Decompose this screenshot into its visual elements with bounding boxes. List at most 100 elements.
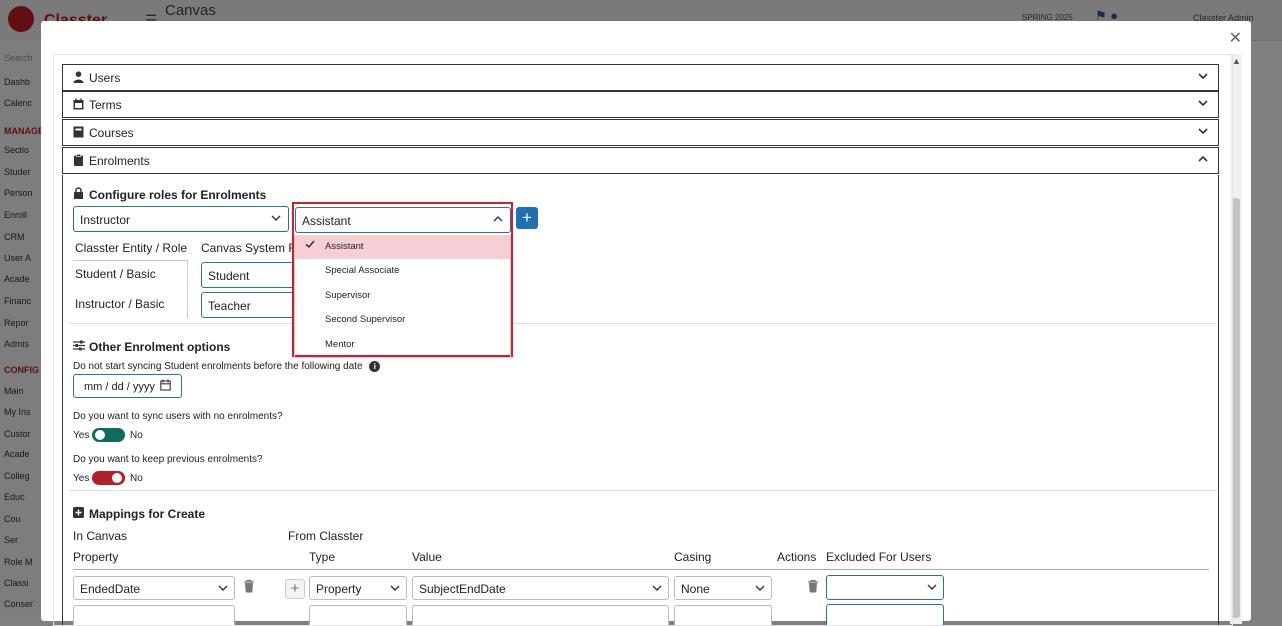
scroll-thumb[interactable] <box>1232 198 1240 618</box>
add-mapping-button[interactable]: + <box>285 579 305 599</box>
col-type: Type <box>309 550 336 564</box>
chevron-up-icon <box>1198 153 1208 165</box>
accordion-enrolments-label: Enrolments <box>89 154 150 168</box>
table-divider <box>187 260 188 318</box>
add-role-button[interactable]: + <box>516 207 538 229</box>
accordion-users-label: Users <box>89 71 121 85</box>
calendar-icon[interactable] <box>160 379 171 394</box>
role-option-label: Second Supervisor <box>325 314 406 326</box>
role-option-label: Assistant <box>325 241 364 252</box>
modal-body: Users Terms Courses Enrolments Configure… <box>53 54 1233 626</box>
mapping-casing-select[interactable]: None <box>674 576 772 600</box>
mapping-casing-select[interactable] <box>674 605 772 625</box>
trash-icon[interactable] <box>807 579 819 596</box>
role-right-select[interactable]: Assistant <box>295 207 511 233</box>
sliders-icon <box>73 340 85 354</box>
role-option-assistant[interactable]: Assistant <box>295 235 510 260</box>
excluded-users-select[interactable] <box>826 604 944 625</box>
canvas-role-select[interactable]: Teacher <box>201 292 301 318</box>
section-divider <box>69 490 1217 491</box>
scroll-up-icon[interactable]: ▲ <box>1232 56 1241 66</box>
mappings-label: Mappings for Create <box>89 507 206 521</box>
chevron-down-icon <box>271 212 281 227</box>
mapping-header-divider <box>73 569 1209 570</box>
check-icon <box>305 235 315 259</box>
col-excluded: Excluded For Users <box>826 550 932 564</box>
canvas-role-value: Teacher <box>208 299 251 313</box>
keep-yes-label: Yes <box>73 473 90 484</box>
chevron-down-icon <box>390 582 400 597</box>
accordion-terms[interactable]: Terms <box>62 91 1219 118</box>
mapping-property-select[interactable]: EndedDate <box>73 576 235 600</box>
accordion-enrolments[interactable]: Enrolments <box>62 147 1219 174</box>
plus-square-icon[interactable] <box>73 507 85 521</box>
role-options-list: Assistant Special Associate Supervisor S… <box>294 235 511 358</box>
mapping-type-value: Property <box>316 582 362 596</box>
configure-roles-title: Configure roles for Enrolments <box>73 187 266 202</box>
keep-toggle[interactable] <box>92 471 125 485</box>
role-right-value: Assistant <box>302 214 351 228</box>
role-row-entity: Student / Basic <box>75 267 156 281</box>
col-classter-entity: Classter Entity / Role <box>75 241 188 255</box>
col-actions: Actions <box>777 550 817 564</box>
clipboard-icon <box>73 154 84 167</box>
table-header-divider <box>73 260 188 261</box>
configure-roles-label: Configure roles for Enrolments <box>89 188 267 202</box>
sync-yes-label: Yes <box>73 430 90 441</box>
role-row-entity: Instructor / Basic <box>75 297 165 311</box>
chevron-down-icon <box>1198 70 1208 82</box>
date-question-label: Do not start syncing Student enrolments … <box>73 361 363 372</box>
role-left-select[interactable]: Instructor <box>73 206 289 232</box>
role-option-label: Special Associate <box>325 265 400 277</box>
role-dropdown-open[interactable]: Assistant Assistant Special Associate Su… <box>292 202 513 358</box>
accordion-courses[interactable]: Courses <box>62 119 1219 146</box>
role-option-label: Supervisor <box>325 289 371 301</box>
canvas-settings-modal: ✕ ▲ Users Terms Courses Enrolments Confi… <box>41 21 1251 626</box>
accordion-courses-label: Courses <box>89 126 134 140</box>
keep-no-label: No <box>130 473 143 484</box>
date-placeholder: mm / dd / yyyy <box>84 381 155 393</box>
role-option-mentor[interactable]: Mentor <box>295 333 510 357</box>
col-casing: Casing <box>674 550 712 564</box>
chevron-down-icon <box>755 582 765 597</box>
close-icon[interactable]: ✕ <box>1229 28 1242 48</box>
trash-icon[interactable] <box>243 579 255 596</box>
mapping-casing-value: None <box>681 582 710 596</box>
col-property: Property <box>73 550 119 564</box>
book-icon <box>73 126 84 138</box>
in-canvas-label: In Canvas <box>73 529 128 543</box>
sync-question: Do you want to sync users with no enrolm… <box>73 411 283 422</box>
accordion-terms-label: Terms <box>89 98 122 112</box>
chevron-down-icon <box>218 582 228 597</box>
chevron-down-icon <box>1198 97 1208 109</box>
chevron-down-icon <box>1198 125 1208 137</box>
chevron-down-icon <box>652 582 662 597</box>
col-value: Value <box>412 550 442 564</box>
other-options-title: Other Enrolment options <box>73 340 230 354</box>
mapping-value-select[interactable] <box>412 605 669 625</box>
mapping-property-select[interactable] <box>73 605 235 625</box>
role-left-value: Instructor <box>80 213 131 227</box>
other-options-label: Other Enrolment options <box>89 340 231 354</box>
accordion-users[interactable]: Users <box>62 64 1219 91</box>
info-icon[interactable]: i <box>369 361 381 372</box>
mapping-type-select[interactable]: Property <box>309 576 407 600</box>
mapping-value-value: SubjectEndDate <box>419 582 506 596</box>
lock-icon <box>73 187 85 202</box>
keep-question: Do you want to keep previous enrolments? <box>73 454 263 465</box>
mapping-type-select[interactable] <box>309 605 407 625</box>
calendar-icon <box>73 98 84 110</box>
mapping-value-select[interactable]: SubjectEndDate <box>412 576 669 600</box>
mapping-property-value: EndedDate <box>80 582 141 596</box>
start-date-input[interactable]: mm / dd / yyyy <box>73 374 182 398</box>
chevron-up-icon <box>493 213 503 228</box>
from-classter-label: From Classter <box>288 529 364 543</box>
canvas-role-select[interactable]: Student <box>201 262 301 288</box>
sync-toggle[interactable] <box>92 428 125 442</box>
excluded-users-select[interactable] <box>826 575 944 600</box>
role-option-supervisor[interactable]: Supervisor <box>295 284 510 308</box>
role-option-special-associate[interactable]: Special Associate <box>295 259 510 283</box>
chevron-down-icon <box>927 581 937 596</box>
mappings-title: Mappings for Create <box>73 507 205 521</box>
role-option-second-supervisor[interactable]: Second Supervisor <box>295 308 510 332</box>
